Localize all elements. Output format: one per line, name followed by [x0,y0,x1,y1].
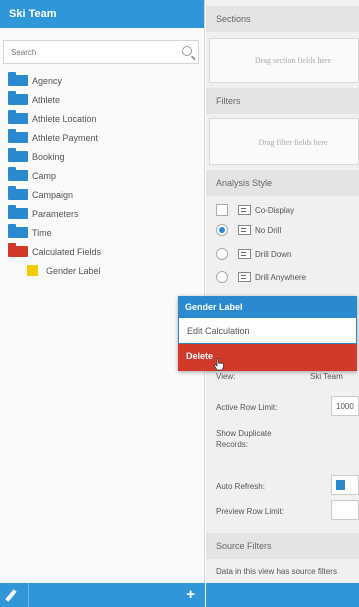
tree-item-label: Agency [32,75,63,86]
drill-anywhere-option[interactable]: Drill Anywhere [216,271,306,283]
tree-folder-calculated-fields[interactable]: Calculated Fields [0,242,205,261]
open-folder-icon [8,243,28,257]
drill-anywhere-icon [238,272,251,282]
no-drill-option[interactable]: No Drill [216,224,281,236]
tree-item-label: Gender Label [46,265,101,276]
show-duplicate-records-label: Show Duplicate Records: [216,429,272,449]
filters-drop-text: Drag filter fields here [258,138,328,147]
view-title: Ski Team [0,0,204,28]
folder-icon [8,72,28,86]
folder-icon [8,224,28,238]
folder-icon [8,129,28,143]
folder-icon [8,110,28,124]
tree-folder-athlete[interactable]: Athlete [0,90,205,109]
search-icon[interactable] [182,46,192,56]
drill-anywhere-radio[interactable] [216,271,228,283]
no-drill-icon [238,225,251,235]
folder-icon [8,148,28,162]
tree-folder-camp[interactable]: Camp [0,166,205,185]
drill-down-option[interactable]: Drill Down [216,248,291,260]
co-display-checkbox[interactable] [216,204,228,216]
active-row-limit-label: Active Row Limit: [216,403,278,412]
view-value: Ski Team [310,372,343,381]
filters-header: Filters [206,88,359,114]
tree-folder-athlete-location[interactable]: Athlete Location [0,109,205,128]
tree-folder-agency[interactable]: Agency [0,71,205,90]
drill-anywhere-label: Drill Anywhere [255,272,307,282]
tree-item-label: Athlete [32,94,61,105]
no-drill-label: No Drill [255,225,282,235]
auto-refresh-label: Auto Refresh: [216,482,265,491]
drill-down-radio[interactable] [216,248,228,260]
analysis-style-header: Analysis Style [206,170,359,196]
no-drill-radio[interactable] [216,224,228,236]
folder-icon [8,91,28,105]
folder-icon [8,205,28,219]
right-footer-bar [206,583,359,607]
delete-menu-item[interactable]: Delete [178,344,357,371]
tree-folder-parameters[interactable]: Parameters [0,204,205,223]
add-icon[interactable]: + [186,586,195,604]
preview-row-limit-label: Preview Row Limit: [216,507,285,516]
active-row-limit-input[interactable]: 1000 [331,396,359,416]
source-filters-text: Data in this view has source filters [216,567,337,576]
search-input[interactable] [4,41,174,63]
tree-item-label: Athlete Payment [32,132,99,143]
pencil-icon[interactable] [5,589,17,602]
source-filters-header: Source Filters [206,533,359,559]
tree-item-label: Booking [32,151,65,162]
folder-icon [8,186,28,200]
co-display-icon [238,205,251,215]
co-display-label: Co-Display [255,205,295,215]
hand-cursor-icon [214,358,224,371]
view-label: View: [216,372,236,381]
left-footer-bar: + [0,583,205,607]
tree-folder-athlete-payment[interactable]: Athlete Payment [0,128,205,147]
edit-calculation-menu-item[interactable]: Edit Calculation [178,317,357,344]
tree-folder-campaign[interactable]: Campaign [0,185,205,204]
search-box[interactable] [3,40,199,64]
tree-folder-booking[interactable]: Booking [0,147,205,166]
filters-drop-zone[interactable]: Drag filter fields here [209,118,359,165]
co-display-option[interactable]: Co-Display [216,204,294,216]
folder-icon [8,167,28,181]
drill-down-label: Drill Down [255,249,292,259]
drill-down-icon [238,249,251,259]
field-context-menu: Gender Label Edit Calculation Delete [178,296,357,371]
tree-folder-time[interactable]: Time [0,223,205,242]
auto-refresh-toggle[interactable] [331,475,359,495]
tree-item-label: Campaign [32,189,74,200]
sections-header: Sections [206,6,359,32]
footer-divider [28,583,29,607]
tree-item-label: Parameters [32,208,79,219]
preview-row-limit-input[interactable] [331,500,359,520]
calculated-field-icon [27,265,38,276]
tree-item-label: Camp [32,170,57,181]
data-fields-panel: Ski Team Agency Athlete Athlete Location… [0,0,205,607]
field-tree: Agency Athlete Athlete Location Athlete … [0,71,205,280]
tree-item-label: Time [32,227,52,238]
tree-item-label: Athlete Location [32,113,97,124]
tree-item-label: Calculated Fields [32,246,102,257]
sections-drop-text: Drag section fields here [254,56,332,65]
context-menu-title: Gender Label [178,296,357,317]
tree-field-gender-label[interactable]: Gender Label [0,261,205,280]
sections-drop-zone[interactable]: Drag section fields here [209,38,359,83]
